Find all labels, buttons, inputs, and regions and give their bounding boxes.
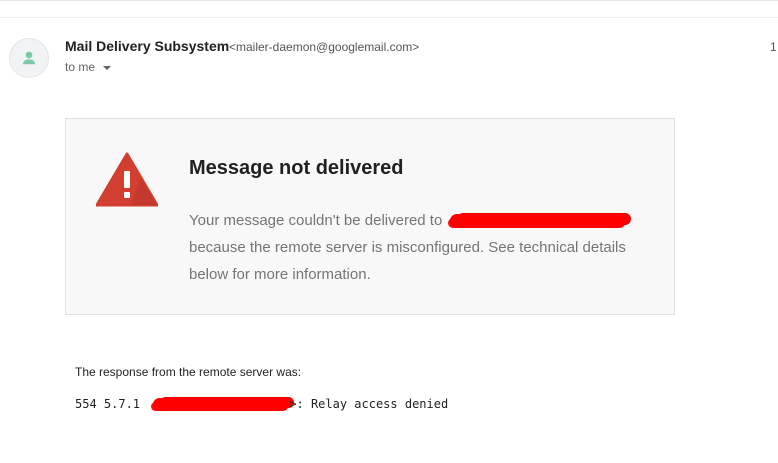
body-suffix: because the remote server is misconfigur…: [189, 239, 626, 283]
toolbar-divider: [0, 17, 778, 18]
warning-icon: [96, 152, 158, 207]
top-divider: [0, 0, 778, 1]
message-timestamp: 1: [770, 40, 777, 54]
redacted-recipient: [450, 214, 627, 229]
sender-name[interactable]: Mail Delivery Subsystem: [65, 38, 229, 54]
recipients-label: to me: [65, 60, 96, 74]
redacted-address: [153, 398, 290, 411]
person-icon: [22, 51, 36, 65]
sender-avatar[interactable]: [9, 38, 49, 78]
response-code: 554 5.7.1: [75, 397, 141, 411]
card-title: Message not delivered: [189, 157, 404, 179]
delivery-failure-card: Message not delivered Your message could…: [65, 118, 675, 315]
card-body: Your message couldn't be delivered to be…: [189, 207, 629, 288]
recipients-toggle[interactable]: to me: [65, 60, 112, 74]
response-message: >: Relay access denied: [289, 397, 449, 411]
response-label: The response from the remote server was:: [75, 365, 302, 379]
sender-email: <mailer-daemon@googlemail.com>: [229, 40, 420, 54]
response-line: 554 5.7.1 >: Relay access denied: [75, 397, 448, 411]
chevron-down-icon: [103, 66, 112, 70]
body-prefix: Your message couldn't be delivered to: [189, 212, 443, 229]
